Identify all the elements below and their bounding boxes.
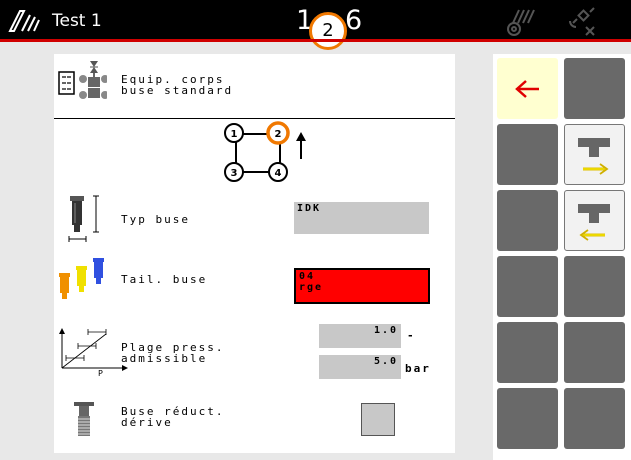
driving-direction-arrow-icon [296, 132, 306, 159]
gps-disconnected-icon [569, 7, 595, 36]
softkey-r4c2[interactable] [564, 256, 625, 317]
softkey-r1c2[interactable] [564, 58, 625, 119]
softkey-r6c2[interactable] [564, 388, 625, 449]
softkey-r5c1[interactable] [497, 322, 558, 383]
nozzle-body-left-icon [578, 204, 610, 241]
drift-reduction-nozzle-icon [74, 402, 94, 436]
pressure-min-field[interactable]: 1.0 [319, 324, 401, 348]
softkey-r3c1[interactable] [497, 190, 558, 251]
nozzle-size-label: Tail. buse [121, 273, 208, 286]
header-accent-line [0, 39, 631, 42]
header-divider [54, 118, 455, 119]
nozzle-body-config-icon [58, 61, 107, 99]
top-bar: Test 1 1 6 2 [0, 0, 631, 50]
sprayer-app-icon[interactable] [8, 9, 40, 33]
nozzle-type-label: Typ buse [121, 213, 190, 226]
nozzle-body-left-button[interactable] [564, 190, 625, 251]
back-button[interactable] [497, 58, 558, 119]
pressure-max-field[interactable]: 5.0 [319, 355, 401, 379]
config-title-line2: buse standard [121, 84, 234, 97]
nozzle-size-field[interactable]: 04 rge [294, 268, 430, 304]
nozzle-type-field[interactable]: IDK [294, 202, 429, 234]
nozzle-position-diagram: 1 2 3 4 [224, 121, 306, 182]
nozzle-size-value-line1: 04 [299, 271, 316, 282]
pressure-unit: bar [405, 362, 431, 375]
softkey-panel [493, 54, 631, 460]
nozzle-size-icon [59, 258, 104, 299]
pressure-label-line2: admissible [121, 352, 208, 365]
drift-reduction-checkbox[interactable] [361, 403, 395, 436]
softkey-r5c2[interactable] [564, 322, 625, 383]
nozzle-type-icon [68, 195, 99, 242]
pressure-range-icon [59, 328, 128, 371]
app-title: Test 1 [52, 11, 102, 31]
pressure-axis-label: P [98, 369, 103, 378]
nozzle-position-label: 4 [275, 168, 282, 179]
nozzle-size-value-line2: rge [299, 282, 324, 293]
nozzle-position-label: 2 [275, 129, 282, 140]
active-section-badge[interactable]: 2 [309, 12, 347, 50]
softkey-r6c1[interactable] [497, 388, 558, 449]
nozzle-body-right-icon [578, 138, 610, 175]
drift-label-line2: dérive [121, 416, 173, 429]
softkey-r2c1[interactable] [497, 124, 558, 185]
nozzle-status-icon [507, 9, 535, 36]
nozzle-position-label: 1 [231, 129, 238, 140]
back-arrow-icon [515, 80, 539, 98]
pressure-separator: - [407, 329, 416, 342]
section-number-right: 6 [345, 5, 363, 36]
nozzle-position-label: 3 [231, 168, 238, 179]
main-panel: Equip. corps buse standard 1 2 3 4 Typ b… [54, 54, 455, 453]
softkey-r4c1[interactable] [497, 256, 558, 317]
nozzle-body-right-button[interactable] [564, 124, 625, 185]
